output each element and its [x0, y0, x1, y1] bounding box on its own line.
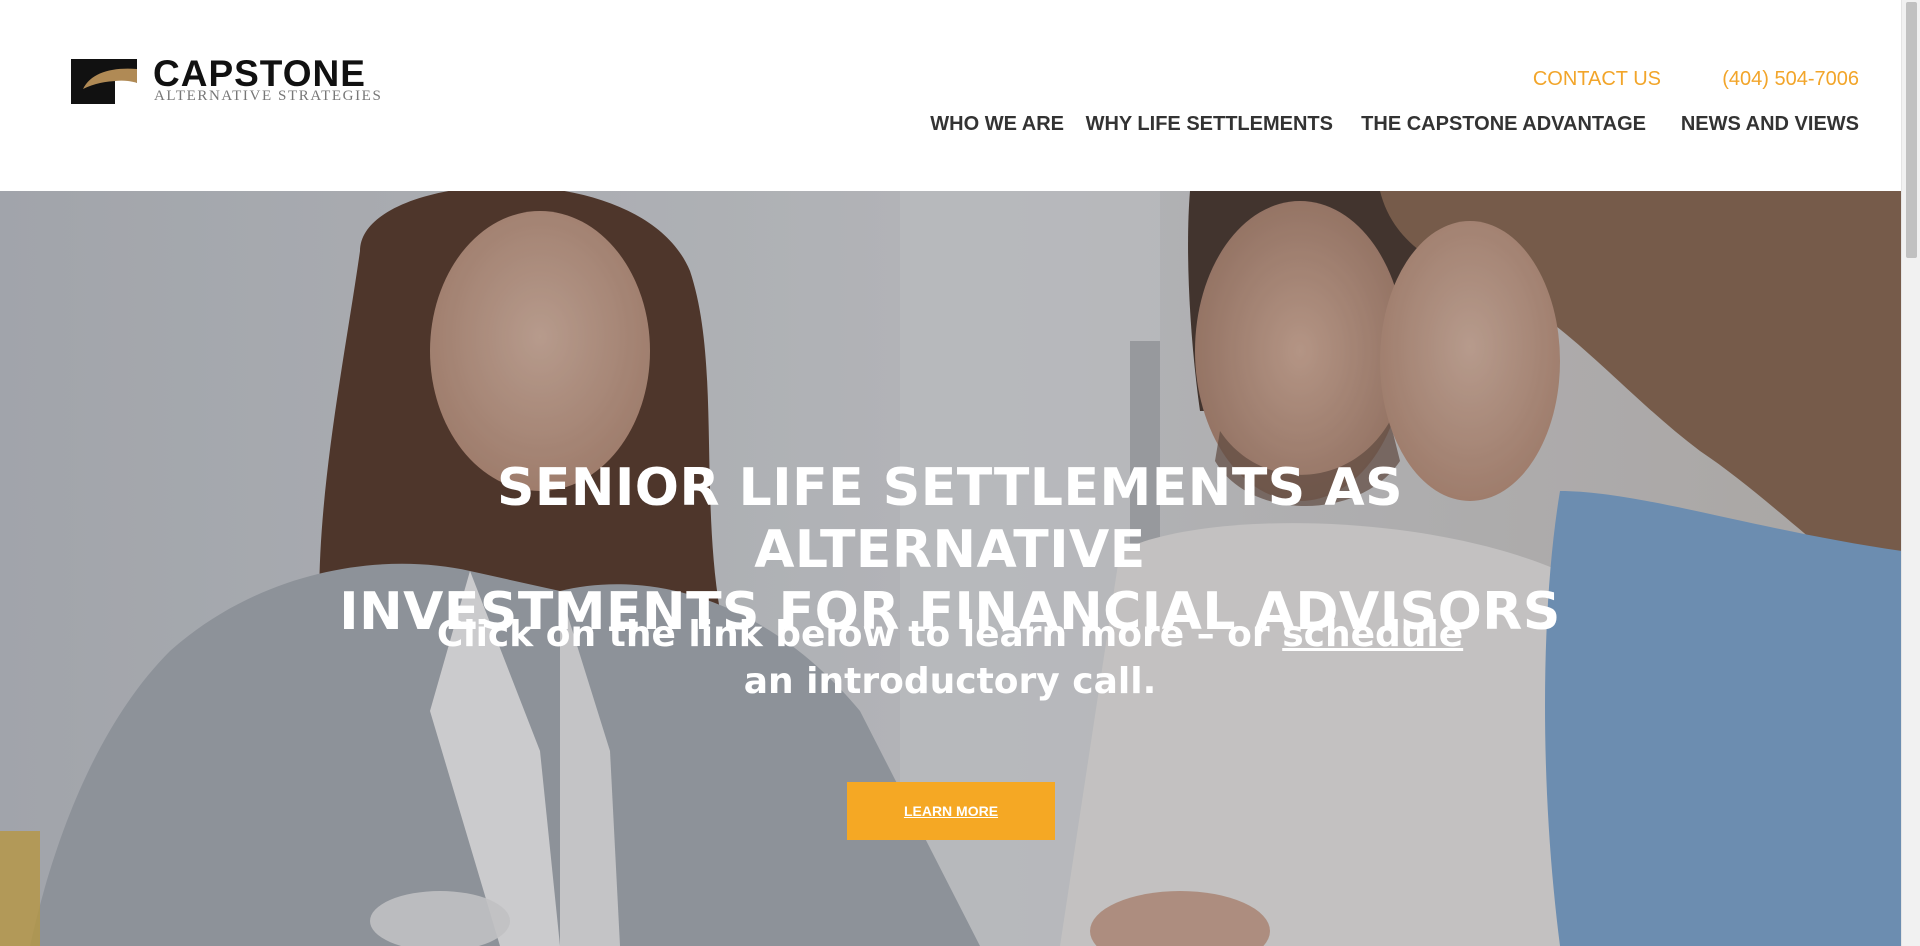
hero-subtitle-text-end: an introductory call. [743, 661, 1157, 702]
capstone-logo-icon [71, 59, 137, 104]
contact-us-link[interactable]: CONTACT US [1533, 68, 1661, 90]
site-header: CAPSTONE ALTERNATIVE STRATEGIES CONTACT … [0, 0, 1902, 191]
nav-item-capstone-advantage[interactable]: THE CAPSTONE ADVANTAGE [1361, 112, 1646, 136]
schedule-link[interactable]: schedule [1282, 614, 1463, 655]
learn-more-button[interactable]: LEARN MORE [847, 782, 1055, 840]
nav-item-why-life-settlements[interactable]: WHY LIFE SETTLEMENTS [1086, 112, 1333, 136]
hero-subtitle: Click on the link below to learn more – … [420, 611, 1480, 705]
nav-item-news-and-views[interactable]: NEWS AND VIEWS [1681, 112, 1859, 136]
nav-item-who-we-are[interactable]: WHO WE ARE [930, 112, 1064, 136]
logo-tagline: ALTERNATIVE STRATEGIES [154, 88, 383, 104]
hero-title-line-1: SENIOR LIFE SETTLEMENTS AS ALTERNATIVE [496, 458, 1404, 580]
hero-banner: SENIOR LIFE SETTLEMENTS AS ALTERNATIVE I… [0, 191, 1902, 946]
scrollbar-thumb[interactable] [1906, 2, 1917, 258]
page-scrollbar[interactable] [1901, 0, 1920, 946]
capstone-logo[interactable]: CAPSTONE ALTERNATIVE STRATEGIES [71, 54, 421, 107]
phone-link[interactable]: (404) 504-7006 [1722, 68, 1859, 90]
hero-subtitle-text-start: Click on the link below to learn more – … [436, 614, 1283, 655]
